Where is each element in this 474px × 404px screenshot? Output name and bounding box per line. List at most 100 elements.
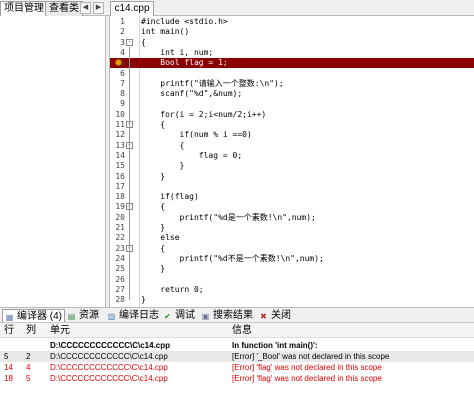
code-line[interactable]: 4 int i, num;: [110, 48, 474, 58]
line-number: 1: [120, 17, 125, 26]
code-text: }: [141, 171, 166, 181]
code-line[interactable]: 20 printf("%d是一个素数!\n",num);: [110, 213, 474, 223]
code-line[interactable]: 19- {: [110, 202, 474, 212]
bottom-tab-compiler[interactable]: ▦ 编译器 (4): [2, 309, 65, 322]
code-line[interactable]: 11- {: [110, 120, 474, 130]
line-number: 6: [120, 68, 125, 78]
code-text: flag = 0;: [141, 150, 243, 160]
header-unit[interactable]: 单元: [50, 323, 70, 338]
code-text: scanf("%d",&num);: [141, 89, 243, 99]
code-line[interactable]: 2 int main(): [110, 27, 474, 37]
bottom-tab-debug[interactable]: ✔ 调试: [162, 309, 195, 322]
code-text: }: [141, 161, 185, 171]
result-row[interactable]: 14 4 D:\CCCCCCCCCCCC\C\c14.cpp [Error] 'fla…: [0, 362, 474, 373]
line-number: 17: [115, 181, 125, 191]
resources-icon: ▤: [67, 312, 76, 321]
line-number: 12: [115, 130, 125, 140]
scroll-right-icon[interactable]: ▶: [93, 2, 104, 14]
line-number: 4: [120, 47, 125, 57]
search-results-icon: ▣: [201, 312, 210, 321]
line-number: 25: [115, 264, 125, 274]
code-text: if(num % i ==0): [141, 130, 252, 140]
code-line[interactable]: 24 printf("%d不是一个素数!\n",num);: [110, 254, 474, 264]
code-text: }: [141, 295, 146, 305]
code-line[interactable]: 21 }: [110, 223, 474, 233]
code-editor[interactable]: 1 #include <stdio.h> 2 int main() 3-{4 int i…: [110, 16, 474, 307]
bottom-tab-resources[interactable]: ▤ 资源: [66, 309, 99, 322]
code-line[interactable]: 7 printf("请输入一个整数:\n");: [110, 79, 474, 89]
code-line[interactable]: 9: [110, 99, 474, 109]
code-text: else: [141, 233, 180, 243]
code-line[interactable]: 23- {: [110, 244, 474, 254]
code-line[interactable]: 22 else: [110, 233, 474, 243]
line-number: 11: [115, 120, 125, 129]
bottom-tab-compile-log[interactable]: ▥ 编译日志: [106, 309, 159, 322]
line-number: 26: [115, 274, 125, 284]
line-number: 24: [115, 253, 125, 263]
code-line[interactable]: 18 if(flag): [110, 192, 474, 202]
result-row[interactable]: 18 5 D:\CCCCCCCCCCCC\C\c14.cpp [Error] 'fla…: [0, 373, 474, 384]
code-line[interactable]: 6: [110, 69, 474, 79]
compile-log-icon: ▥: [107, 312, 116, 321]
header-col[interactable]: 列: [26, 323, 36, 338]
bottom-tab-close[interactable]: ✖ 关闭: [258, 309, 291, 322]
bottom-tab-label: 编译日志: [119, 310, 159, 321]
code-line[interactable]: 28}: [110, 295, 474, 305]
line-number: 20: [115, 212, 125, 222]
code-line[interactable]: 10 for(i = 2;i<num/2;i++): [110, 110, 474, 120]
tab-project-manager[interactable]: 项目管理: [0, 1, 48, 16]
top-tab-strip: 项目管理 查看类 ◀ ▶ c14.cpp: [0, 0, 474, 16]
result-row[interactable]: D:\CCCCCCCCCCCC\C\c14.cpp In function 'in…: [0, 340, 474, 351]
bottom-tab-label: 关闭: [271, 310, 291, 321]
code-text: {: [141, 120, 166, 129]
line-number: 22: [115, 233, 125, 243]
code-text: return 0;: [141, 284, 204, 294]
fold-toggle-icon[interactable]: -: [126, 38, 133, 46]
line-number: 9: [120, 99, 125, 109]
code-text: }: [141, 223, 166, 232]
bottom-tab-label: 资源: [79, 310, 99, 321]
code-line[interactable]: 8 scanf("%d",&num);: [110, 89, 474, 99]
scroll-left-icon[interactable]: ◀: [80, 2, 91, 14]
header-row[interactable]: 行: [4, 323, 14, 338]
code-text: }: [141, 264, 166, 274]
bottom-tab-label: 调试: [175, 310, 195, 321]
fold-guide-line: [129, 211, 130, 228]
line-number: 28: [115, 295, 125, 305]
line-number: 7: [120, 78, 125, 88]
header-info[interactable]: 信息: [232, 323, 252, 338]
result-cell-info: [Error] 'flag' was not declared in this …: [232, 374, 382, 383]
code-line[interactable]: 17: [110, 182, 474, 192]
editor-tab-c14[interactable]: c14.cpp: [110, 1, 154, 16]
line-number: 18: [115, 192, 125, 202]
bottom-tab-search-results[interactable]: ▣ 搜索结果: [200, 309, 253, 322]
fold-guide-line: [129, 149, 130, 167]
results-header: 行 列 单元 信息: [0, 323, 474, 338]
code-line[interactable]: 13- {: [110, 141, 474, 151]
code-line[interactable]: 25 }: [110, 264, 474, 274]
line-number: 8: [120, 89, 125, 99]
code-line[interactable]: 3-{: [110, 38, 474, 48]
code-line[interactable]: 26: [110, 275, 474, 285]
code-text: Bool flag = 1;: [141, 58, 228, 68]
result-cell-info: [Error] 'flag' was not declared in this …: [232, 363, 382, 372]
debug-icon: ✔: [164, 312, 171, 321]
code-line-breakpoint[interactable]: 5 Bool flag = 1;: [110, 58, 474, 69]
result-cell-col: 5: [26, 374, 31, 383]
result-cell-unit: D:\CCCCCCCCCCCC\C\c14.cpp: [50, 352, 168, 361]
code-text: printf("请输入一个整数:\n");: [141, 78, 284, 88]
result-row[interactable]: 5 2 D:\CCCCCCCCCCCC\C\c14.cpp [Error] '_Boo…: [0, 351, 474, 362]
code-line[interactable]: 1 #include <stdio.h>: [110, 17, 474, 27]
tab-class-view[interactable]: 查看类: [45, 1, 83, 16]
result-cell-row: 5: [4, 352, 9, 361]
code-line[interactable]: 12 if(num % i ==0): [110, 130, 474, 140]
code-line[interactable]: 16 }: [110, 172, 474, 182]
code-line[interactable]: 27 return 0;: [110, 285, 474, 295]
code-line[interactable]: 14 flag = 0;: [110, 151, 474, 161]
line-number: 23: [115, 243, 125, 253]
code-text: int i, num;: [141, 47, 214, 57]
code-line[interactable]: 15 }: [110, 161, 474, 171]
result-cell-unit: D:\CCCCCCCCCCCC\C\c14.cpp: [50, 341, 171, 350]
result-cell-row: 18: [4, 374, 13, 383]
fold-guide-line: [129, 252, 130, 270]
